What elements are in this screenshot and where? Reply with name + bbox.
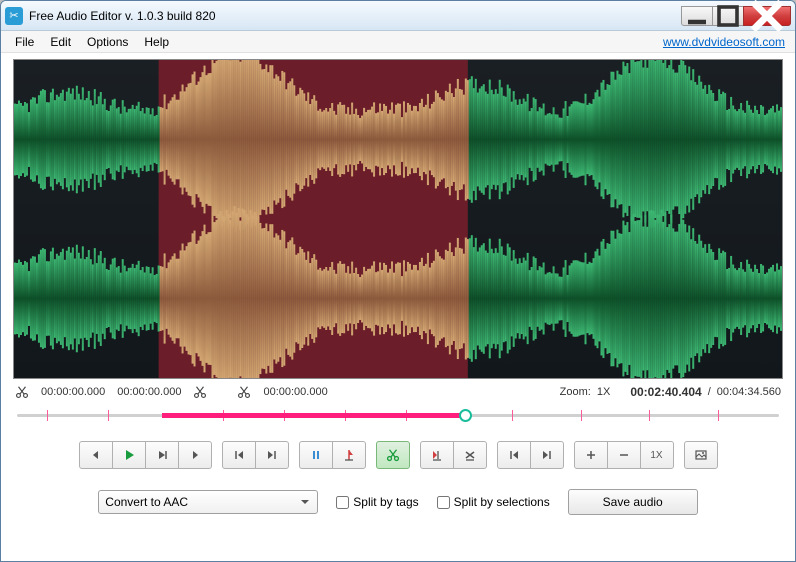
time-separator: /: [708, 386, 711, 398]
skip-forward-button[interactable]: [178, 441, 212, 469]
menu-help[interactable]: Help: [136, 33, 177, 51]
play-selection-button[interactable]: [145, 441, 179, 469]
timeline-slider[interactable]: [17, 403, 779, 429]
app-window: ✂ Free Audio Editor v. 1.0.3 build 820 F…: [0, 0, 796, 562]
zoom-label: Zoom:: [560, 386, 591, 398]
goto-end-button[interactable]: [530, 441, 564, 469]
menubar: File Edit Options Help www.dvdvideosoft.…: [1, 31, 795, 53]
next-marker-button[interactable]: [255, 441, 289, 469]
titlebar[interactable]: ✂ Free Audio Editor v. 1.0.3 build 820: [1, 1, 795, 31]
current-time: 00:02:40.404: [630, 385, 701, 399]
selection-start-time: 00:00:00.000: [41, 386, 105, 398]
scissors-icon: [193, 385, 207, 399]
total-time: 00:04:34.560: [717, 386, 781, 398]
minimize-button[interactable]: [681, 6, 713, 26]
set-marker-button[interactable]: [332, 441, 366, 469]
playhead-handle[interactable]: [459, 409, 472, 422]
zoom-reset-button[interactable]: 1X: [640, 441, 674, 469]
skip-back-button[interactable]: [79, 441, 113, 469]
scissors-icon: [237, 385, 251, 399]
cut-position-time: 00:00:00.000: [263, 386, 327, 398]
bottom-bar: Convert to AAC Split by tags Split by se…: [13, 485, 783, 519]
save-audio-button[interactable]: Save audio: [568, 489, 698, 515]
pause-button[interactable]: [299, 441, 333, 469]
window-controls: [682, 6, 791, 26]
content-area: 00:00:00.000 00:00:00.000 00:00:00.000 Z…: [1, 53, 795, 561]
cut-button[interactable]: [376, 441, 410, 469]
selection-end-time: 00:00:00.000: [117, 386, 181, 398]
prev-marker-button[interactable]: [222, 441, 256, 469]
window-title: Free Audio Editor v. 1.0.3 build 820: [29, 9, 682, 23]
menu-file[interactable]: File: [7, 33, 42, 51]
time-strip: 00:00:00.000 00:00:00.000 00:00:00.000 Z…: [13, 379, 783, 401]
close-button[interactable]: [743, 6, 791, 26]
zoom-in-button[interactable]: [574, 441, 608, 469]
split-by-tags-checkbox[interactable]: Split by tags: [336, 495, 418, 509]
goto-start-button[interactable]: [497, 441, 531, 469]
menu-options[interactable]: Options: [79, 33, 136, 51]
menu-edit[interactable]: Edit: [42, 33, 79, 51]
snapshot-button[interactable]: [684, 441, 718, 469]
app-icon: ✂: [5, 7, 23, 25]
format-dropdown[interactable]: Convert to AAC: [98, 490, 318, 514]
delete-selection-button[interactable]: [453, 441, 487, 469]
zoom-out-button[interactable]: [607, 441, 641, 469]
website-link[interactable]: www.dvdvideosoft.com: [663, 35, 789, 49]
zoom-value: 1X: [597, 386, 610, 398]
split-by-selections-checkbox[interactable]: Split by selections: [437, 495, 550, 509]
play-button[interactable]: [112, 441, 146, 469]
transport-toolbar: 1X: [13, 441, 783, 469]
maximize-button[interactable]: [712, 6, 744, 26]
trim-in-button[interactable]: [420, 441, 454, 469]
waveform-display[interactable]: [13, 59, 783, 379]
scissors-icon: [15, 385, 29, 399]
